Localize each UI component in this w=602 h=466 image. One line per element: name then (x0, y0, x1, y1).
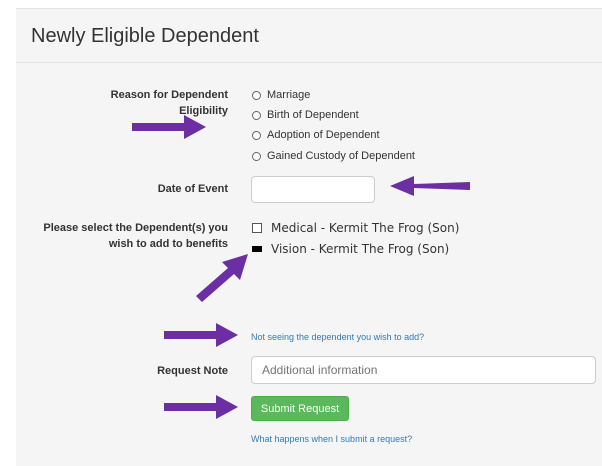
purple-arrow-icon (132, 115, 206, 139)
radio-label: Marriage (267, 89, 311, 101)
purple-arrow-icon (164, 323, 238, 347)
dependents-label-line1: Please select the Dependent(s) you (43, 222, 228, 234)
purple-arrow-icon (196, 254, 248, 302)
radio-custody[interactable]: Gained Custody of Dependent (252, 149, 415, 163)
dependent-vision[interactable]: Vision - Kermit The Frog (Son) (252, 241, 449, 257)
radio-button-icon[interactable] (252, 110, 261, 120)
radio-label: Gained Custody of Dependent (267, 150, 415, 162)
radio-label: Birth of Dependent (267, 109, 359, 121)
radio-button-icon[interactable] (252, 151, 261, 161)
help-link[interactable]: What happens when I submit a request? (251, 434, 412, 444)
panel-title: Newly Eligible Dependent (31, 25, 259, 47)
radio-adoption[interactable]: Adoption of Dependent (252, 128, 380, 142)
radio-label: Adoption of Dependent (267, 129, 380, 141)
radio-button-icon[interactable] (252, 90, 261, 100)
event-date-input[interactable] (251, 176, 375, 203)
radio-marriage[interactable]: Marriage (252, 88, 310, 102)
missing-dependent-link[interactable]: Not seeing the dependent you wish to add… (251, 332, 424, 342)
checkbox-checked-icon[interactable] (252, 246, 262, 252)
checkbox-icon[interactable] (252, 223, 262, 233)
top-bar (0, 0, 602, 8)
divider (16, 62, 602, 63)
submit-request-button[interactable]: Submit Request (251, 396, 349, 421)
event-date-label: Date of Event (157, 183, 228, 195)
radio-button-icon[interactable] (252, 130, 261, 140)
radio-birth[interactable]: Birth of Dependent (252, 108, 359, 122)
purple-arrow-icon (390, 176, 470, 196)
purple-arrow-icon (164, 395, 238, 419)
request-note-label: Request Note (157, 365, 228, 377)
dependent-label: Vision - Kermit The Frog (Son) (271, 242, 450, 256)
dependent-panel: Newly Eligible Dependent Reason for Depe… (16, 8, 602, 466)
request-note-input[interactable] (251, 356, 596, 384)
dependent-medical[interactable]: Medical - Kermit The Frog (Son) (252, 220, 459, 236)
dependent-label: Medical - Kermit The Frog (Son) (271, 221, 460, 235)
